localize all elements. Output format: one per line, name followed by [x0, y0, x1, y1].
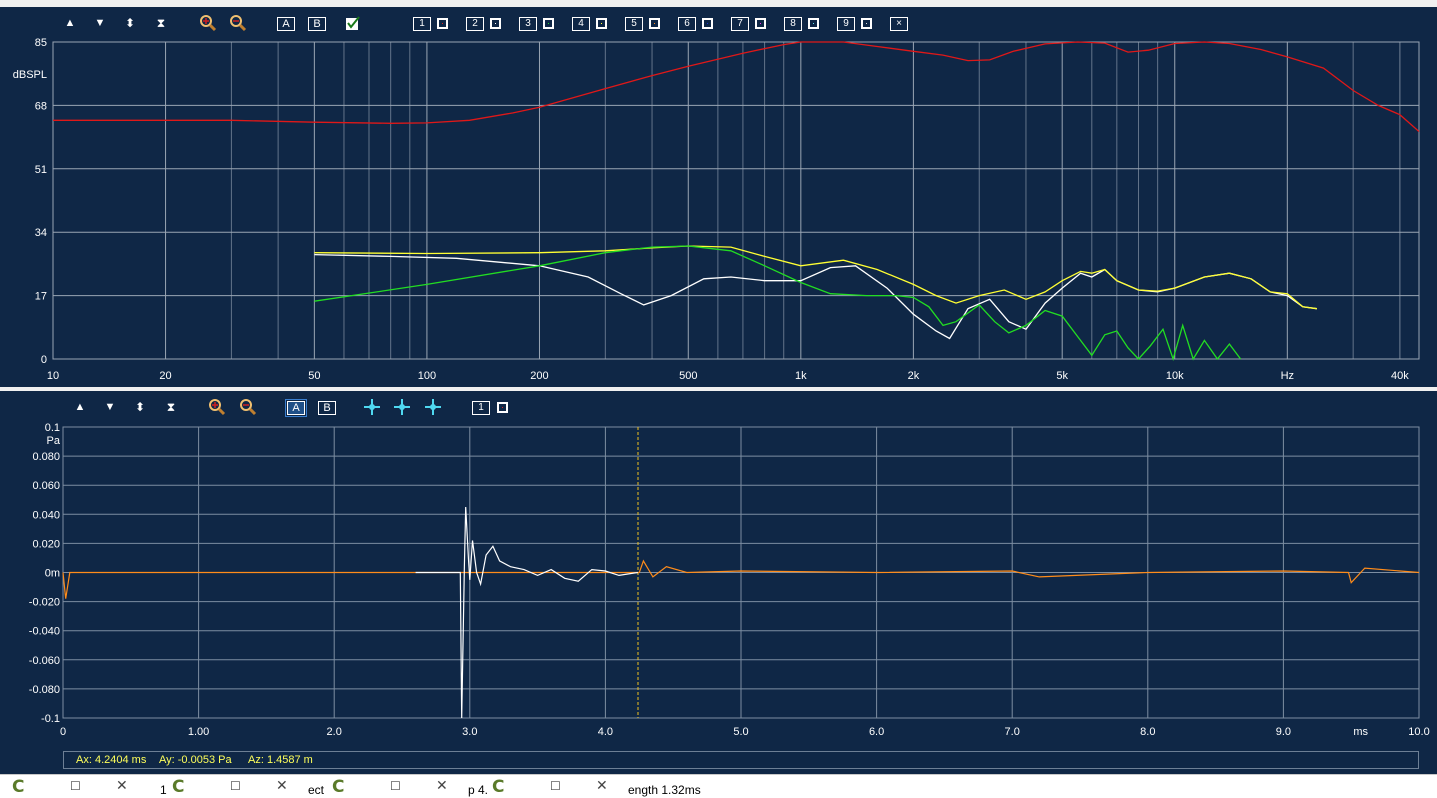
x-tick-label: 10k	[1166, 370, 1184, 382]
y-tick-label: 0.1	[45, 422, 60, 434]
cursor-ax: Ax: 4.2404 ms	[76, 754, 147, 766]
taskbar-window-3[interactable]: C ☐ ✕	[320, 775, 470, 798]
y-tick-label: 0.080	[32, 451, 60, 463]
y-tick-label: -0.1	[41, 713, 60, 725]
frequency-response-panel: ▲ ▼ ⬍ ⧗ A B 1 2 3 4 5 6 7 8 9 × 0 17 34 51 68 85 10 20 50…	[0, 7, 1437, 387]
cursor-az: Az: 1.4587 m	[248, 754, 313, 766]
app-c-icon: C	[12, 777, 25, 797]
taskbar-fragment: ength 1.32ms	[628, 783, 701, 797]
close-icon[interactable]: ✕	[276, 777, 288, 794]
maximize-icon[interactable]: ☐	[550, 779, 561, 793]
y-tick-label: 0.020	[32, 538, 60, 550]
cursor-readout: Ax: 4.2404 ms Ay: -0.0053 Pa Az: 1.4587 …	[63, 751, 1419, 769]
y-tick-label: 51	[35, 164, 47, 176]
grid	[52, 41, 1419, 360]
x-tick-label: 8.0	[1140, 726, 1155, 738]
y-tick-label: -0.080	[29, 684, 60, 696]
maximize-icon[interactable]: ☐	[390, 779, 401, 793]
maximize-icon[interactable]: ☐	[70, 779, 81, 793]
x-tick-label: 1.00	[188, 726, 209, 738]
taskbar-window-1[interactable]: C ☐ ✕	[0, 775, 150, 798]
x-tick-label: 500	[679, 370, 697, 382]
taskbar: C ☐ ✕ 1 C ☐ ✕ ect C ☐ ✕ p 4. C ☐ ✕ ength 1.32ms	[0, 774, 1437, 798]
x-axis-label: ms	[1353, 726, 1368, 738]
frequency-response-chart: 0 17 34 51 68 85 10 20 50 100 200 500 1k 2k 5k 10k Hz 40k…	[13, 37, 1420, 382]
y-axis-label: dBSPL	[13, 69, 47, 81]
y-tick-label: 0	[41, 354, 47, 366]
x-tick-label: 40k	[1391, 370, 1409, 382]
app-c-icon: C	[492, 777, 505, 797]
series-line-4	[314, 245, 1242, 362]
y-tick-label: 0.040	[32, 509, 60, 521]
y-tick-label: 68	[35, 100, 47, 112]
cursor-ay: Ay: -0.0053 Pa	[159, 754, 232, 766]
y-tick-label: 34	[35, 227, 47, 239]
close-icon[interactable]: ✕	[116, 777, 128, 794]
x-tick-label: 5k	[1056, 370, 1068, 382]
series-line-2	[314, 253, 1317, 340]
x-tick-label: 20	[159, 370, 171, 382]
y-axis-label: Pa	[47, 435, 61, 447]
series-line-1	[53, 41, 1420, 132]
close-icon[interactable]: ✕	[596, 777, 608, 794]
y-tick-label: 17	[35, 291, 47, 303]
x-tick-label: 6.0	[869, 726, 884, 738]
x-tick-label: 200	[530, 370, 548, 382]
y-tick-label: 0.060	[32, 480, 60, 492]
x-tick-label: 10.0	[1408, 726, 1429, 738]
impulse-response-chart: 0 1.00 2.0 3.0 4.0 5.0 6.0 7.0 8.0 9.0 10.0 0.1 0.08…	[29, 422, 1430, 738]
taskbar-window-2[interactable]: C ☐ ✕	[160, 775, 310, 798]
x-tick-label: 7.0	[1005, 726, 1020, 738]
x-tick-label: 50	[308, 370, 320, 382]
x-tick-label: 4.0	[598, 726, 613, 738]
x-tick-label: 2k	[908, 370, 920, 382]
x-tick-label: 5.0	[733, 726, 748, 738]
x-tick-label: 1k	[795, 370, 807, 382]
x-tick-label: 9.0	[1276, 726, 1291, 738]
y-tick-label: -0.060	[29, 655, 60, 667]
x-tick-label: Hz	[1281, 370, 1294, 382]
x-tick-label: 2.0	[327, 726, 342, 738]
plot-frame	[52, 41, 1420, 360]
maximize-icon[interactable]: ☐	[230, 779, 241, 793]
y-tick-label: 85	[35, 37, 47, 49]
x-tick-label: 100	[418, 370, 436, 382]
app-c-icon: C	[172, 777, 185, 797]
x-tick-label: 10	[47, 370, 59, 382]
impulse-response-panel: ▲ ▼ ⬍ ⧗ A B 1 0 1.00 2.0 3.0 4.0 5.0 6.0 7.0 8.0…	[0, 391, 1437, 774]
close-icon[interactable]: ✕	[436, 777, 448, 794]
y-tick-label: -0.040	[29, 626, 60, 638]
y-tick-label: 0m	[45, 568, 60, 580]
x-tick-label: 3.0	[462, 726, 477, 738]
y-tick-label: -0.020	[29, 597, 60, 609]
window-top-edge	[0, 0, 1437, 7]
taskbar-window-4[interactable]: C ☐ ✕	[480, 775, 630, 798]
app-c-icon: C	[332, 777, 345, 797]
x-tick-label: 0	[60, 726, 66, 738]
series-line-2	[415, 506, 638, 719]
series-line-3	[314, 245, 1317, 310]
